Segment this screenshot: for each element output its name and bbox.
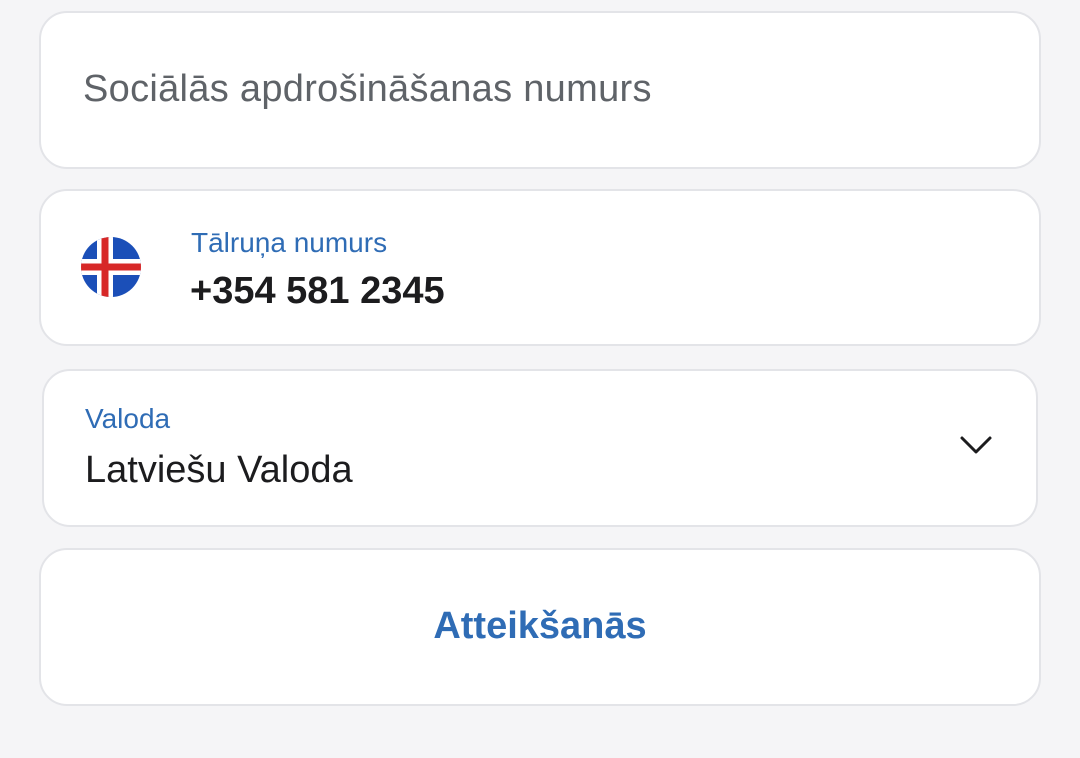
phone-number-field[interactable]: Tālruņa numurs +354 581 2345 [39, 189, 1041, 346]
social-security-number-input[interactable]: Sociālās apdrošināšanas numurs [39, 11, 1041, 169]
social-security-number-placeholder: Sociālās apdrošināšanas numurs [83, 68, 652, 110]
language-value[interactable]: Latviešu Valoda [85, 449, 353, 492]
phone-number-label: Tālruņa numurs [191, 227, 388, 258]
language-select[interactable]: Valoda Latviešu Valoda [42, 369, 1038, 527]
settings-form: Sociālās apdrošināšanas numurs Tālruņa n… [0, 0, 1080, 758]
phone-number-value[interactable]: +354 581 2345 [190, 270, 445, 313]
chevron-down-icon[interactable] [958, 433, 994, 457]
logout-button-label: Atteikšanās [433, 605, 647, 647]
language-label: Valoda [85, 403, 171, 434]
iceland-flag-icon[interactable] [81, 237, 141, 297]
logout-button[interactable]: Atteikšanās [39, 548, 1041, 706]
